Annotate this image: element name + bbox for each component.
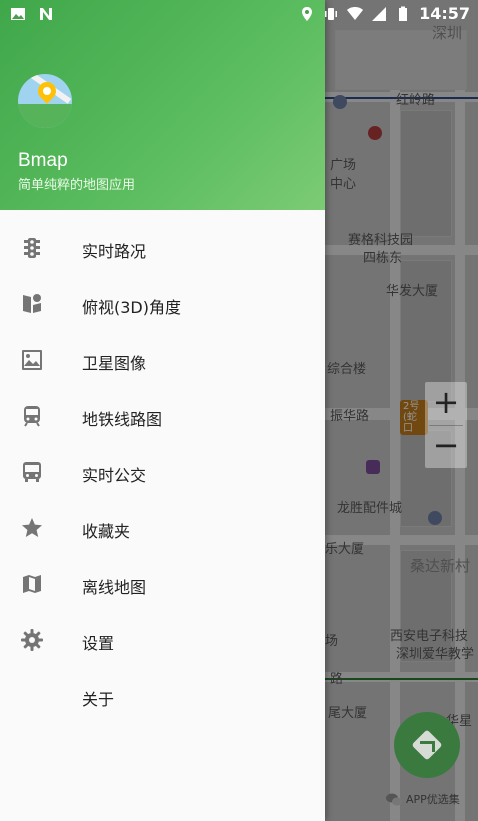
- watermark: APP优选集: [386, 791, 460, 807]
- app-logo-icon: [18, 74, 72, 128]
- menu-item-traffic[interactable]: 实时路况: [0, 220, 325, 276]
- menu-item-label: 收藏夹: [82, 522, 131, 541]
- menu-item-label: 实时路况: [82, 242, 147, 261]
- satellite-image-icon: [22, 350, 42, 370]
- wifi-icon: [347, 6, 364, 20]
- image-notification-icon: [11, 8, 25, 20]
- n-notification-icon: [40, 8, 52, 20]
- map-icon: [23, 575, 41, 593]
- menu-item-label: 离线地图: [82, 578, 147, 597]
- traffic-light-icon: [24, 238, 40, 258]
- menu-item-subway[interactable]: 地铁线路图: [0, 388, 325, 444]
- clock: 14:57: [419, 4, 470, 23]
- status-bar: 14:57: [0, 0, 478, 30]
- gear-icon: [21, 629, 43, 651]
- menu-item-about[interactable]: 关于: [0, 668, 325, 724]
- drawer-header: Bmap 简单纯粹的地图应用: [0, 0, 325, 210]
- battery-icon: [399, 6, 408, 21]
- menu-item-settings[interactable]: 设置: [0, 612, 325, 668]
- navigation-drawer: Bmap 简单纯粹的地图应用 实时路况 俯视(3D)角度 卫星图像 地铁线路图 …: [0, 0, 325, 821]
- menu-item-bus[interactable]: 实时公交: [0, 444, 325, 500]
- bus-icon: [23, 462, 41, 482]
- wechat-icon: [386, 793, 402, 805]
- menu-item-3d-view[interactable]: 俯视(3D)角度: [0, 276, 325, 332]
- zoom-out-button[interactable]: −: [425, 425, 467, 468]
- menu-item-offline-map[interactable]: 离线地图: [0, 556, 325, 612]
- menu-item-label: 实时公交: [82, 466, 147, 485]
- app-name: Bmap: [18, 150, 68, 171]
- zoom-controls: + −: [425, 382, 467, 468]
- star-icon: [22, 518, 42, 537]
- menu-item-label: 设置: [82, 634, 115, 653]
- menu-item-label: 关于: [82, 690, 115, 709]
- menu-item-label: 地铁线路图: [82, 410, 163, 429]
- route-directions-button[interactable]: [394, 712, 460, 778]
- 3d-view-icon: [23, 294, 41, 313]
- menu-item-satellite[interactable]: 卫星图像: [0, 332, 325, 388]
- menu-item-label: 卫星图像: [82, 354, 147, 373]
- directions-arrow-icon: [420, 741, 435, 752]
- vibrate-icon: [325, 7, 338, 20]
- watermark-text: APP优选集: [406, 793, 460, 806]
- zoom-in-button[interactable]: +: [425, 382, 467, 425]
- drawer-menu: 实时路况 俯视(3D)角度 卫星图像 地铁线路图 实时公交 收藏夹 离线地图 设…: [0, 220, 325, 724]
- app-subtitle: 简单纯粹的地图应用: [18, 178, 136, 193]
- location-icon: [302, 6, 313, 21]
- signal-icon: [372, 6, 387, 21]
- menu-item-label: 俯视(3D)角度: [82, 298, 181, 317]
- menu-item-favorites[interactable]: 收藏夹: [0, 500, 325, 556]
- subway-icon: [24, 406, 40, 427]
